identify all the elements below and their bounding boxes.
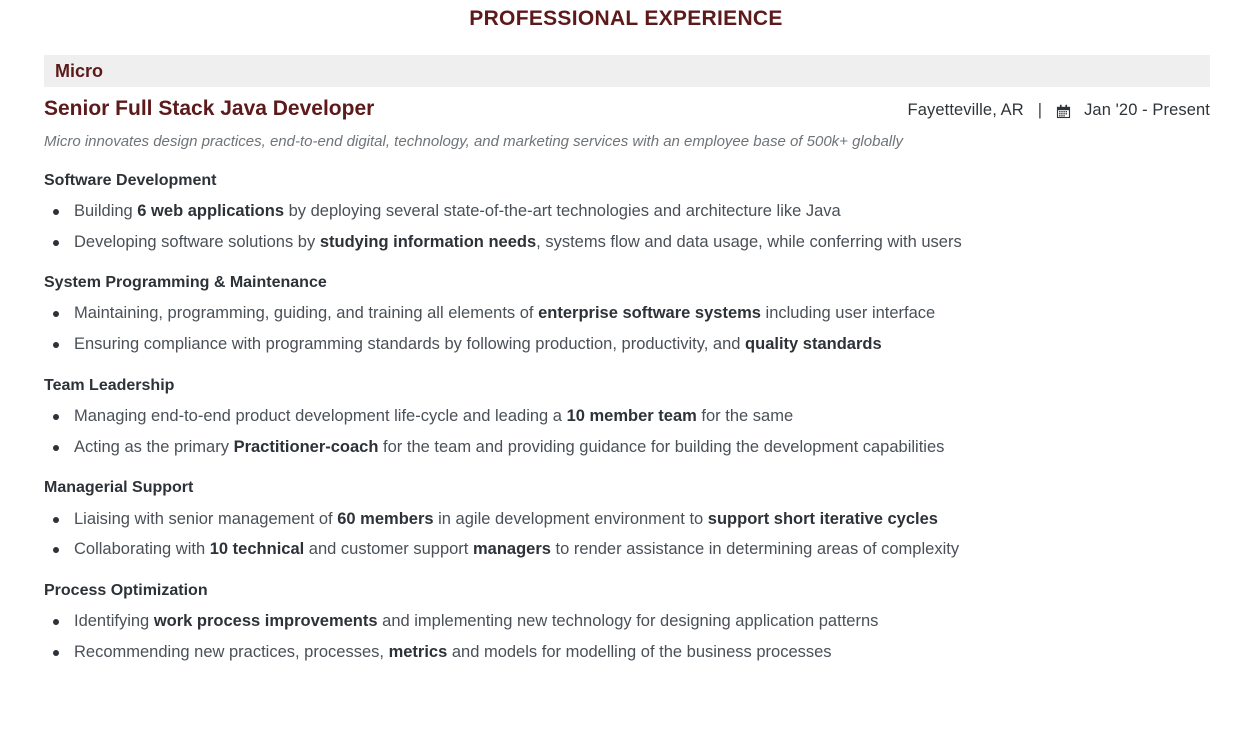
resume-page: PROFESSIONAL EXPERIENCE Micro Senior Ful…: [0, 0, 1252, 756]
job-location: Fayetteville, AR: [907, 101, 1024, 119]
experience-group: Team Leadership Managing end-to-end produ…: [44, 376, 1210, 463]
bullet-item: Identifying work process improvements an…: [44, 606, 1210, 637]
experience-group: Process Optimization Identifying work pro…: [44, 581, 1210, 668]
bullet-item: Ensuring compliance with programming sta…: [44, 329, 1210, 360]
calendar-icon: [1056, 104, 1071, 119]
company-name: Micro: [55, 61, 104, 81]
experience-group: Managerial Support Liaising with senior m…: [44, 478, 1210, 565]
experience-group: Software Development Building 6 web appli…: [44, 171, 1210, 258]
bullet-item: Recommending new practices, processes, m…: [44, 637, 1210, 668]
experience-groups: Software Development Building 6 web appli…: [44, 171, 1210, 668]
experience-group: System Programming & Maintenance Maintain…: [44, 273, 1210, 360]
bullet-list: Building 6 web applications by deploying…: [44, 196, 1210, 257]
bullet-item: Developing software solutions by studyin…: [44, 227, 1210, 258]
bullet-item: Liaising with senior management of 60 me…: [44, 504, 1210, 535]
job-dates: Jan '20 - Present: [1084, 101, 1210, 119]
bullet-item: Managing end-to-end product development …: [44, 401, 1210, 432]
group-heading: Process Optimization: [44, 581, 208, 599]
bullet-list: Liaising with senior management of 60 me…: [44, 504, 1210, 565]
bullet-list: Managing end-to-end product development …: [44, 401, 1210, 462]
bullet-item: Acting as the primary Practitioner-coach…: [44, 432, 1210, 463]
page-title: PROFESSIONAL EXPERIENCE: [469, 7, 783, 30]
job-title: Senior Full Stack Java Developer: [44, 97, 375, 120]
bullet-item: Building 6 web applications by deploying…: [44, 196, 1210, 227]
group-heading: System Programming & Maintenance: [44, 274, 327, 292]
bullet-list: Maintaining, programming, guiding, and t…: [44, 298, 1210, 359]
job-title-row: Senior Full Stack Java Developer Fayette…: [44, 96, 1210, 121]
company-description: Micro innovates design practices, end-to…: [44, 133, 903, 151]
group-heading: Team Leadership: [44, 376, 175, 394]
bullet-item: Collaborating with 10 technical and cust…: [44, 534, 1210, 565]
bullet-list: Identifying work process improvements an…: [44, 606, 1210, 667]
group-heading: Software Development: [44, 171, 217, 189]
meta-separator: |: [1037, 101, 1043, 119]
job-meta: Fayetteville, AR | Jan '20 - Present: [908, 101, 1210, 120]
company-band: Micro: [44, 55, 1210, 87]
group-heading: Managerial Support: [44, 479, 194, 497]
bullet-item: Maintaining, programming, guiding, and t…: [44, 298, 1210, 329]
